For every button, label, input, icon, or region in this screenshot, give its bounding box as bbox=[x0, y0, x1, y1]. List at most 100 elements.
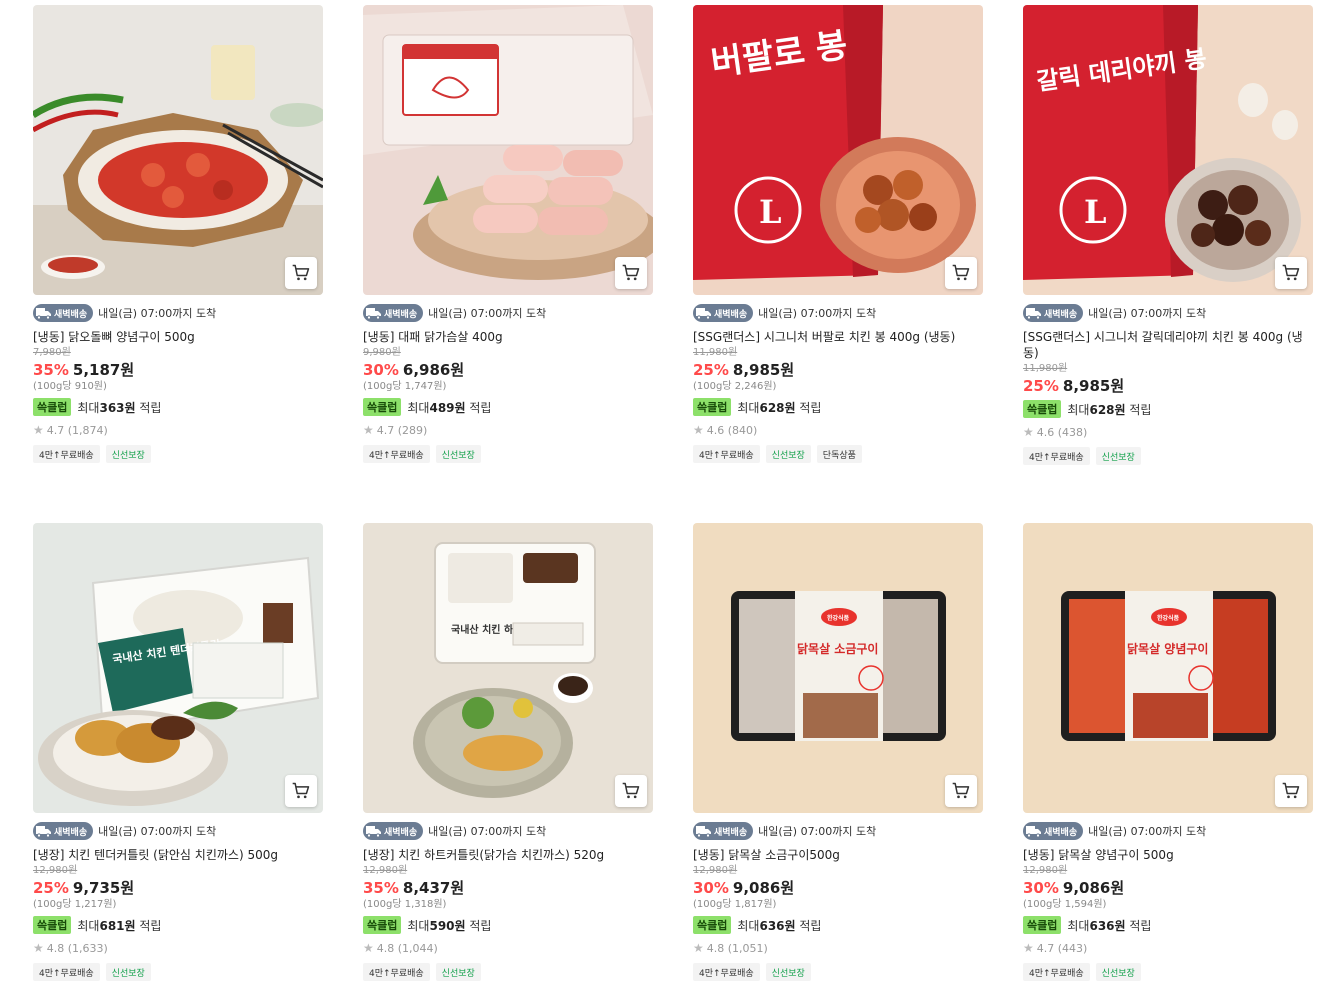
svg-text:L: L bbox=[759, 193, 782, 231]
add-to-cart-button[interactable] bbox=[945, 257, 977, 289]
tag-list: 4만↑무료배송 신선보장 단독상품 bbox=[693, 445, 983, 463]
product-card[interactable]: L 버팔로 봉 새벽배송 내일(금) 07:00까지 도착 [SSG랜더스] 시… bbox=[693, 5, 983, 463]
original-price: 12,980원 bbox=[1023, 865, 1068, 876]
discount-rate: 30% bbox=[693, 879, 729, 897]
original-price: 7,980원 bbox=[33, 347, 71, 358]
sale-price: 8,437원 bbox=[402, 879, 465, 897]
delivery-info: 새벽배송 내일(금) 07:00까지 도착 bbox=[363, 303, 653, 323]
points-suffix: 적립 bbox=[1129, 402, 1152, 417]
sale-price: 9,086원 bbox=[732, 879, 795, 897]
delivery-eta: 내일(금) 07:00까지 도착 bbox=[758, 825, 877, 838]
price-row: 25% 8,985원 bbox=[1023, 376, 1313, 396]
price-row: 35% 5,187원 bbox=[33, 360, 323, 380]
sale-price: 8,985원 bbox=[1062, 377, 1125, 395]
product-card[interactable]: 새벽배송 내일(금) 07:00까지 도착 [냉동] 대패 닭가슴살 400g … bbox=[363, 5, 653, 463]
product-card[interactable]: 국내산 치킨 하트커틀릿 새벽배송 내일(금) 07:00까지 도착 [냉장] … bbox=[363, 523, 653, 981]
points-amount: 363원 bbox=[99, 400, 136, 415]
tag-list: 4만↑무료배송 신선보장 bbox=[1023, 963, 1313, 981]
product-card[interactable]: 국내산 치킨 텐더커틀릿 새벽배송 내일(금) 07:00까지 도착 [냉장] … bbox=[33, 523, 323, 981]
product-name[interactable]: [냉동] 닭오돌뼈 양념구이 500g bbox=[33, 329, 323, 345]
dawn-delivery-badge: 새벽배송 bbox=[363, 822, 424, 840]
original-price: 12,980원 bbox=[693, 865, 738, 876]
ssg-club-badge: 쓱클럽 bbox=[363, 398, 402, 416]
free-shipping-tag: 4만↑무료배송 bbox=[693, 445, 760, 463]
product-name[interactable]: [냉장] 치킨 텐더커틀릿 (닭안심 치킨까스) 500g bbox=[33, 847, 323, 863]
add-to-cart-button[interactable] bbox=[945, 775, 977, 807]
product-name[interactable]: [냉동] 닭목살 양념구이 500g bbox=[1023, 847, 1313, 863]
points-prefix: 최대 bbox=[737, 918, 760, 933]
product-image[interactable] bbox=[33, 5, 323, 295]
club-points: 쓱클럽 최대 636원 적립 bbox=[693, 915, 983, 935]
discount-rate: 35% bbox=[33, 361, 69, 379]
original-price: 12,980원 bbox=[363, 865, 408, 876]
sale-price: 6,986원 bbox=[402, 361, 465, 379]
tag-list: 4만↑무료배송 신선보장 bbox=[363, 445, 653, 463]
points-prefix: 최대 bbox=[77, 918, 100, 933]
rating: ★ 4.6 (840) bbox=[693, 423, 983, 437]
points-suffix: 적립 bbox=[469, 400, 492, 415]
points-amount: 590원 bbox=[429, 918, 466, 933]
product-photo: 한강식품 닭목살 소금구이 bbox=[693, 523, 983, 813]
truck-icon bbox=[695, 306, 712, 320]
tag-list: 4만↑무료배송 신선보장 bbox=[693, 963, 983, 981]
brand-label: 한강식품 bbox=[827, 614, 850, 622]
star-icon: ★ bbox=[363, 423, 374, 437]
delivery-eta: 내일(금) 07:00까지 도착 bbox=[428, 307, 547, 320]
product-name[interactable]: [냉동] 닭목살 소금구이500g bbox=[693, 847, 983, 863]
add-to-cart-button[interactable] bbox=[1275, 775, 1307, 807]
product-card[interactable]: 새벽배송 내일(금) 07:00까지 도착 [냉동] 닭오돌뼈 양념구이 500… bbox=[33, 5, 323, 463]
product-card[interactable]: 한강식품 닭목살 양념구이 새벽배송 내일(금) 07:00까지 도착 [냉동]… bbox=[1023, 523, 1313, 981]
star-icon: ★ bbox=[1023, 941, 1034, 955]
add-to-cart-button[interactable] bbox=[615, 775, 647, 807]
add-to-cart-button[interactable] bbox=[615, 257, 647, 289]
product-image[interactable]: 국내산 치킨 하트커틀릿 bbox=[363, 523, 653, 813]
ssg-club-badge: 쓱클럽 bbox=[693, 398, 732, 416]
cart-icon bbox=[952, 264, 970, 281]
product-image[interactable]: L 갈릭 데리야끼 봉 bbox=[1023, 5, 1313, 295]
delivery-eta: 내일(금) 07:00까지 도착 bbox=[758, 307, 877, 320]
delivery-info: 새벽배송 내일(금) 07:00까지 도착 bbox=[693, 303, 983, 323]
points-suffix: 적립 bbox=[799, 400, 822, 415]
product-image[interactable]: L 버팔로 봉 bbox=[693, 5, 983, 295]
points-suffix: 적립 bbox=[469, 918, 492, 933]
product-name[interactable]: [냉장] 치킨 하트커틀릿(닭가슴 치킨까스) 520g bbox=[363, 847, 653, 863]
product-card[interactable]: L 갈릭 데리야끼 봉 새벽배송 내일(금) 07:00까지 도착 [SSG랜더… bbox=[1023, 5, 1313, 465]
product-photo: 한강식품 닭목살 양념구이 bbox=[1023, 523, 1313, 813]
club-points: 쓱클럽 최대 681원 적립 bbox=[33, 915, 323, 935]
product-card[interactable]: 한강식품 닭목살 소금구이 새벽배송 내일(금) 07:00까지 도착 [냉동]… bbox=[693, 523, 983, 981]
ssg-club-badge: 쓱클럽 bbox=[1023, 916, 1062, 934]
rating: ★ 4.6 (438) bbox=[1023, 425, 1313, 439]
add-to-cart-button[interactable] bbox=[1275, 257, 1307, 289]
free-shipping-tag: 4만↑무료배송 bbox=[33, 963, 100, 981]
truck-icon bbox=[365, 306, 382, 320]
add-to-cart-button[interactable] bbox=[285, 775, 317, 807]
discount-rate: 35% bbox=[363, 879, 399, 897]
discount-rate: 25% bbox=[1023, 377, 1059, 395]
add-to-cart-button[interactable] bbox=[285, 257, 317, 289]
club-points: 쓱클럽 최대 590원 적립 bbox=[363, 915, 653, 935]
product-image[interactable]: 국내산 치킨 텐더커틀릿 bbox=[33, 523, 323, 813]
product-image[interactable] bbox=[363, 5, 653, 295]
delivery-info: 새벽배송 내일(금) 07:00까지 도착 bbox=[33, 303, 323, 323]
product-image[interactable]: 한강식품 닭목살 소금구이 bbox=[693, 523, 983, 813]
points-prefix: 최대 bbox=[1067, 918, 1090, 933]
star-icon: ★ bbox=[363, 941, 374, 955]
discount-rate: 25% bbox=[693, 361, 729, 379]
product-name[interactable]: [냉동] 대패 닭가슴살 400g bbox=[363, 329, 653, 345]
package-label: 닭목살 양념구이 bbox=[1127, 641, 1208, 656]
points-prefix: 최대 bbox=[77, 400, 100, 415]
product-image[interactable]: 한강식품 닭목살 양념구이 bbox=[1023, 523, 1313, 813]
product-photo: 국내산 치킨 하트커틀릿 bbox=[363, 523, 653, 813]
product-name[interactable]: [SSG랜더스] 시그니처 버팔로 치킨 봉 400g (냉동) bbox=[693, 329, 983, 345]
truck-icon bbox=[35, 824, 52, 838]
rating: ★ 4.8 (1,633) bbox=[33, 941, 323, 955]
fresh-guarantee-tag: 신선보장 bbox=[435, 963, 481, 981]
free-shipping-tag: 4만↑무료배송 bbox=[363, 963, 430, 981]
dawn-delivery-badge: 새벽배송 bbox=[1023, 304, 1084, 322]
product-name[interactable]: [SSG랜더스] 시그니처 갈릭데리야끼 치킨 봉 400g (냉동) bbox=[1023, 329, 1313, 361]
rating: ★ 4.8 (1,051) bbox=[693, 941, 983, 955]
cart-icon bbox=[952, 782, 970, 799]
discount-rate: 25% bbox=[33, 879, 69, 897]
fresh-guarantee-tag: 신선보장 bbox=[765, 445, 811, 463]
free-shipping-tag: 4만↑무료배송 bbox=[1023, 963, 1090, 981]
